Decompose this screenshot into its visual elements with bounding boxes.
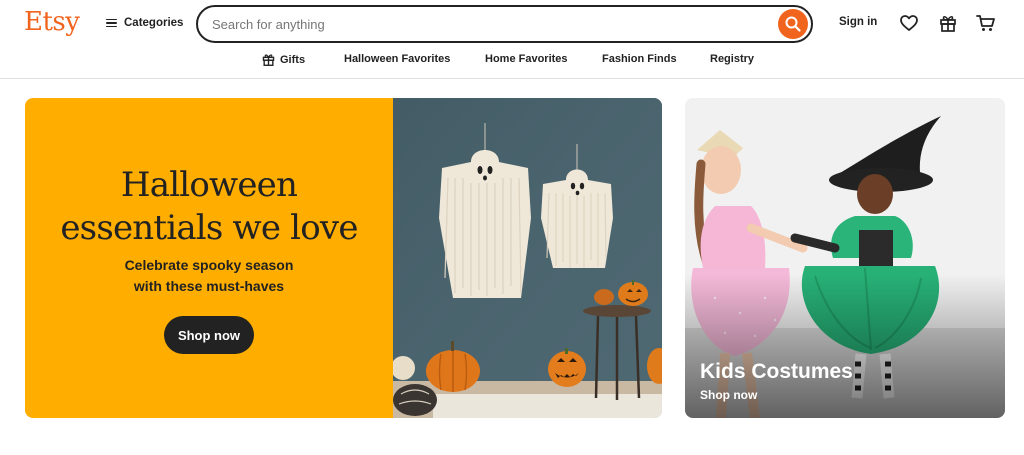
hero-banner[interactable]: Halloween essentials we love Celebrate s… (25, 98, 662, 418)
nav-item-home-favorites[interactable]: Home Favorites (485, 53, 568, 65)
categories-button[interactable]: Categories (106, 12, 183, 34)
cart-button[interactable] (976, 13, 996, 33)
site-header: Etsy Categories Sign in (0, 0, 1024, 46)
etsy-logo[interactable]: Etsy (24, 5, 80, 39)
cart-icon (976, 15, 995, 31)
promo-title: Kids Costumes (700, 360, 853, 383)
menu-icon (106, 18, 117, 28)
search-button[interactable] (778, 9, 808, 39)
hero-subtitle-line-2: with these must-haves (133, 278, 285, 294)
nav-item-label: Gifts (280, 53, 306, 66)
gift-icon (940, 16, 956, 32)
search-bar (196, 5, 813, 43)
hero-title-line-2: essentials we love (60, 208, 358, 248)
hero-shop-now-button[interactable]: Shop now (164, 316, 254, 354)
search-icon (785, 16, 801, 32)
promo-shop-now-link[interactable]: Shop now (700, 388, 757, 402)
hero-subtitle-line-1: Celebrate spooky season (124, 257, 294, 273)
hero-text-panel: Halloween essentials we love Celebrate s… (25, 98, 393, 418)
gift-icon (262, 54, 275, 66)
nav-item-gifts[interactable]: Gifts (262, 53, 305, 66)
nav-item-fashion-finds[interactable]: Fashion Finds (602, 53, 677, 65)
gift-button[interactable] (938, 13, 958, 33)
nav-item-registry[interactable]: Registry (710, 53, 754, 65)
favorites-button[interactable] (899, 13, 919, 33)
hero-title: Halloween essentials we love (25, 164, 393, 250)
kids-costumes-card[interactable]: Kids Costumes Shop now (685, 98, 1005, 418)
hero-title-line-1: Halloween (120, 165, 298, 205)
category-nav: Gifts Halloween Favorites Home Favorites… (0, 50, 1024, 72)
heart-icon (900, 15, 918, 31)
sign-in-link[interactable]: Sign in (839, 16, 877, 28)
categories-label: Categories (124, 17, 184, 29)
hero-subtitle: Celebrate spooky season with these must-… (25, 255, 393, 297)
nav-item-halloween-favorites[interactable]: Halloween Favorites (344, 53, 450, 65)
header-divider (0, 78, 1024, 79)
search-input[interactable] (212, 14, 752, 34)
hero-image-halloween-decor (393, 98, 662, 418)
